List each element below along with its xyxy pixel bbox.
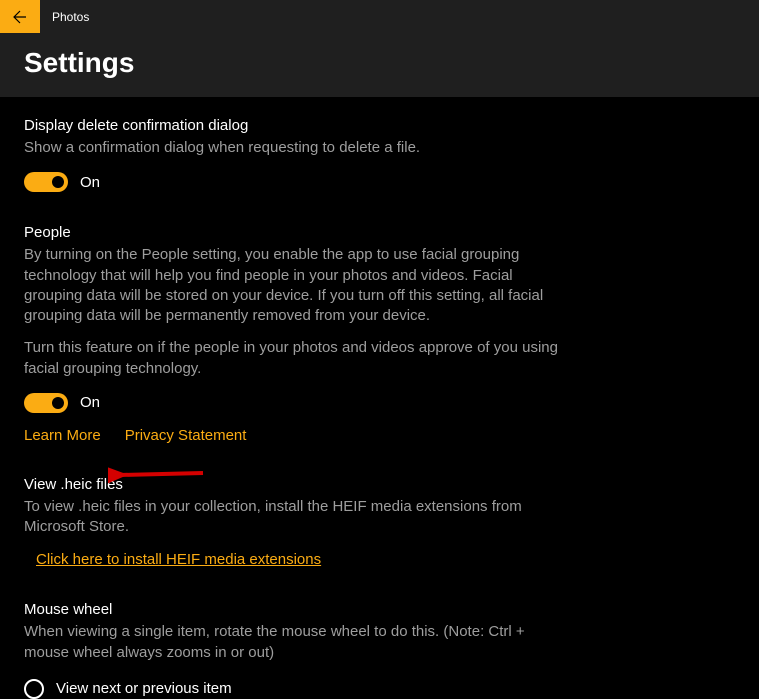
- page-title: Settings: [24, 47, 735, 79]
- people-links: Learn More Privacy Statement: [24, 427, 566, 444]
- people-toggle[interactable]: [24, 393, 68, 413]
- radio-option-view-next[interactable]: View next or previous item: [24, 679, 566, 699]
- page-header: Settings: [0, 33, 759, 97]
- app-title: Photos: [40, 0, 89, 33]
- install-heif-link[interactable]: Click here to install HEIF media extensi…: [36, 551, 321, 568]
- toggle-knob-icon: [52, 176, 64, 188]
- toggle-row: On: [24, 393, 566, 413]
- toggle-state-label: On: [80, 174, 100, 191]
- delete-confirm-toggle[interactable]: [24, 172, 68, 192]
- section-title: View .heic files: [24, 476, 566, 493]
- section-delete-confirmation: Display delete confirmation dialog Show …: [24, 117, 566, 192]
- back-arrow-icon: [12, 9, 28, 25]
- section-title: Mouse wheel: [24, 601, 566, 618]
- toggle-row: On: [24, 172, 566, 192]
- section-description: Show a confirmation dialog when requesti…: [24, 138, 566, 158]
- section-description-extra: Turn this feature on if the people in yo…: [24, 338, 566, 379]
- titlebar: Photos: [0, 0, 759, 33]
- section-title: Display delete confirmation dialog: [24, 117, 566, 134]
- section-heic: View .heic files To view .heic files in …: [24, 476, 566, 570]
- privacy-statement-link[interactable]: Privacy Statement: [125, 427, 247, 444]
- settings-content: Display delete confirmation dialog Show …: [0, 97, 590, 699]
- section-description: To view .heic files in your collection, …: [24, 497, 566, 538]
- section-mouse-wheel: Mouse wheel When viewing a single item, …: [24, 601, 566, 699]
- section-people: People By turning on the People setting,…: [24, 224, 566, 444]
- radio-label: View next or previous item: [56, 680, 232, 697]
- section-title: People: [24, 224, 566, 241]
- back-button[interactable]: [0, 0, 40, 33]
- section-description: By turning on the People setting, you en…: [24, 245, 566, 326]
- toggle-state-label: On: [80, 394, 100, 411]
- toggle-knob-icon: [52, 397, 64, 409]
- section-description: When viewing a single item, rotate the m…: [24, 622, 566, 663]
- radio-icon: [24, 679, 44, 699]
- learn-more-link[interactable]: Learn More: [24, 427, 101, 444]
